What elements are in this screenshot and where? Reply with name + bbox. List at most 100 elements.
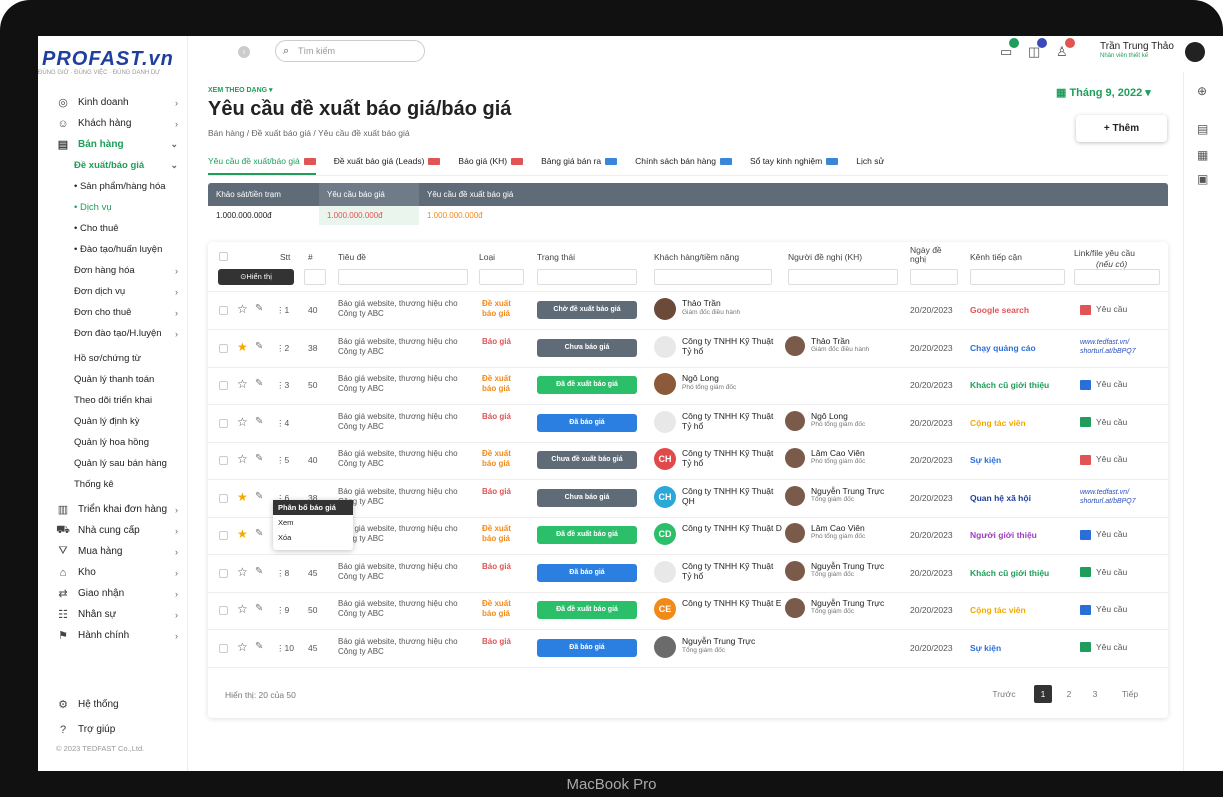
menu-item-delete[interactable]: Xóa [273,530,353,545]
show-columns-button[interactable]: ⊙Hiển thị [218,269,294,285]
chat-icon[interactable]: ▭ [1000,38,1020,60]
row-title[interactable]: Báo giá website, thương hiệu cho Công ty… [338,524,473,544]
status-badge[interactable]: Chưa báo giá [537,488,637,507]
request-file-link[interactable]: Yêu cầu [1080,567,1127,578]
row-checkbox[interactable] [219,381,228,390]
menu-item-assign-quote[interactable]: Phân bổ báo giá [273,500,353,515]
select-all-checkbox[interactable] [219,252,228,261]
menu-item-view[interactable]: Xem [273,515,353,530]
sidebar-item-help[interactable]: ? Trợ giúp [38,719,188,740]
request-file-link[interactable]: Yêu cầu [1080,379,1127,390]
table-row[interactable]: ☆ ✎ ⋮3 50 Báo giá website, thương hiệu cho C… [208,367,1168,405]
request-file-link[interactable]: Yêu cầu [1080,604,1127,615]
calendar-icon[interactable]: ▣ [1197,172,1208,186]
row-checkbox[interactable] [219,306,228,315]
table-row[interactable]: ☆ ✎ ⋮4 Báo giá website, thương hiệu cho Côn… [208,405,1168,443]
notification-icon[interactable]: ♙ [1056,38,1075,60]
edit-icon[interactable]: ✎ [255,378,263,389]
row-title[interactable]: Báo giá website, thương hiệu cho Công ty… [338,487,473,507]
star-icon[interactable]: ☆ [237,452,248,466]
search-input[interactable]: ⌕ Tìm kiếm [275,40,425,62]
filter-requester[interactable] [788,269,898,285]
brand-logo[interactable]: PROFAST.vn [42,48,174,71]
sidebar-item-9[interactable]: Đơn dịch vụ › [38,281,188,302]
sidebar-item-4[interactable]: • Sản phẩm/hàng hóa [38,176,188,197]
filter-type[interactable] [479,269,524,285]
star-icon[interactable]: ☆ [237,565,248,579]
sidebar-item-7[interactable]: • Đào tạo/huấn luyện [38,239,188,260]
tab-5[interactable]: Sổ tay kinh nghiệm [750,156,839,175]
row-checkbox[interactable] [219,418,228,428]
view-as-dropdown[interactable]: XEM THEO DẠNG ▾ [208,86,273,94]
row-title[interactable]: Báo giá website, thương hiệu cho Công ty… [338,412,473,432]
row-stt[interactable]: ⋮10 [276,643,294,654]
row-title[interactable]: Báo giá website, thương hiệu cho Công ty… [338,299,473,319]
row-stt[interactable]: ⋮9 [276,605,289,616]
request-file-link[interactable]: Yêu cầu [1080,642,1127,653]
user-name[interactable]: Trần Trung Thảo [1100,41,1174,52]
messages-icon[interactable]: ◫ [1028,38,1048,60]
sidebar-item-15[interactable]: Quản lý định kỳ [38,411,188,432]
sidebar-item-8[interactable]: Đơn hàng hóa › [38,260,188,281]
request-file-link[interactable]: Yêu cầu [1080,304,1127,315]
tab-0[interactable]: Yêu cầu đề xuất/báo giá [208,156,316,175]
sidebar-item-13[interactable]: Quản lý thanh toán [38,369,188,390]
filter-link[interactable] [1074,269,1160,285]
filter-num[interactable] [304,269,326,285]
sidebar-item-14[interactable]: Theo dõi triển khai [38,390,188,411]
tab-3[interactable]: Bảng giá bán ra [541,156,618,175]
status-badge[interactable]: Đã đề xuất báo giá [537,376,637,394]
edit-icon[interactable]: ✎ [255,453,263,464]
row-checkbox[interactable] [219,343,228,353]
filter-channel[interactable] [970,269,1065,285]
status-badge[interactable]: Đã báo giá [537,638,637,657]
table-row[interactable]: ☆ ✎ ⋮10 45 Báo giá website, thương hiệu cho … [208,630,1168,668]
user-avatar[interactable] [1185,42,1205,62]
filter-date[interactable] [910,269,958,285]
edit-icon[interactable]: ✎ [255,641,263,652]
sidebar-item-24[interactable]: ☷ Nhân sự › [38,604,188,625]
table-row[interactable]: ☆ ✎ ⋮9 50 Báo giá website, thương hiệu cho C… [208,592,1168,630]
note-icon[interactable]: ▦ [1197,148,1208,162]
edit-icon[interactable]: ✎ [255,303,263,314]
sidebar-item-17[interactable]: Quản lý sau bán hàng [38,453,188,474]
add-button[interactable]: + Thêm [1076,115,1167,142]
filter-customer[interactable] [654,269,772,285]
star-icon[interactable]: ☆ [237,415,248,429]
request-file-link[interactable]: Yêu cầu [1080,529,1127,540]
status-badge[interactable]: Đã báo giá [537,413,637,432]
status-badge[interactable]: Đã đề xuất báo giá [537,601,637,619]
edit-icon[interactable]: ✎ [255,566,263,577]
status-badge[interactable]: Đã đề xuất báo giá [537,526,637,544]
status-badge[interactable]: Chưa báo giá [537,338,637,357]
sidebar-item-21[interactable]: ⛛ Mua hàng › [38,541,188,562]
page-2-button[interactable]: 2 [1060,685,1078,703]
request-url-link[interactable]: www.tedfast.vn/ shorturl.at/bBPQ7 [1080,338,1150,356]
tab-1[interactable]: Đề xuất báo giá (Leads) [334,156,441,175]
sidebar-item-16[interactable]: Quản lý hoa hồng [38,432,188,453]
tab-6[interactable]: Lịch sử [856,156,884,175]
row-title[interactable]: Báo giá website, thương hiệu cho Công ty… [338,562,473,582]
request-file-link[interactable]: Yêu cầu [1080,454,1127,465]
star-icon[interactable]: ★ [237,527,248,541]
table-row[interactable]: ☆ ✎ ⋮1 40 Báo giá website, thương hiệu cho C… [208,292,1168,330]
table-row[interactable]: ★ ✎ ⋮2 38 Báo giá website, thương hiệu cho C… [208,330,1168,368]
sidebar-item-23[interactable]: ⇄ Giao nhận › [38,583,188,604]
sidebar-item-18[interactable]: Thống kê [38,474,188,495]
status-badge[interactable]: Đã báo giá [537,563,637,582]
sidebar-item-25[interactable]: ⚑ Hành chính › [38,625,188,646]
sidebar-item-1[interactable]: ☺ Khách hàng › [38,113,188,134]
table-row[interactable]: ☆ ✎ ⋮5 40 Báo giá website, thương hiệu cho C… [208,442,1168,480]
row-title[interactable]: Báo giá website, thương hiệu cho Công ty… [338,637,473,657]
filter-title[interactable] [338,269,468,285]
status-badge[interactable]: Chưa đề xuất báo giá [537,451,637,469]
summary-proposal-request[interactable]: Yêu cầu đề xuất báo giá 1.000.000.000đ [419,183,579,225]
sidebar-item-19[interactable]: ▥ Triển khai đơn hàng › [38,499,188,520]
sidebar-item-3[interactable]: Đề xuất/báo giá ⌄ [38,155,188,176]
sidebar-item-11[interactable]: Đơn đào tạo/H.luyện › [38,323,188,344]
row-checkbox[interactable] [219,456,228,465]
status-badge[interactable]: Chờ đề xuất báo giá [537,301,637,319]
sidebar-item-6[interactable]: • Cho thuê [38,218,188,239]
prev-page-button[interactable]: Trước [984,685,1024,703]
star-icon[interactable]: ★ [237,340,248,354]
